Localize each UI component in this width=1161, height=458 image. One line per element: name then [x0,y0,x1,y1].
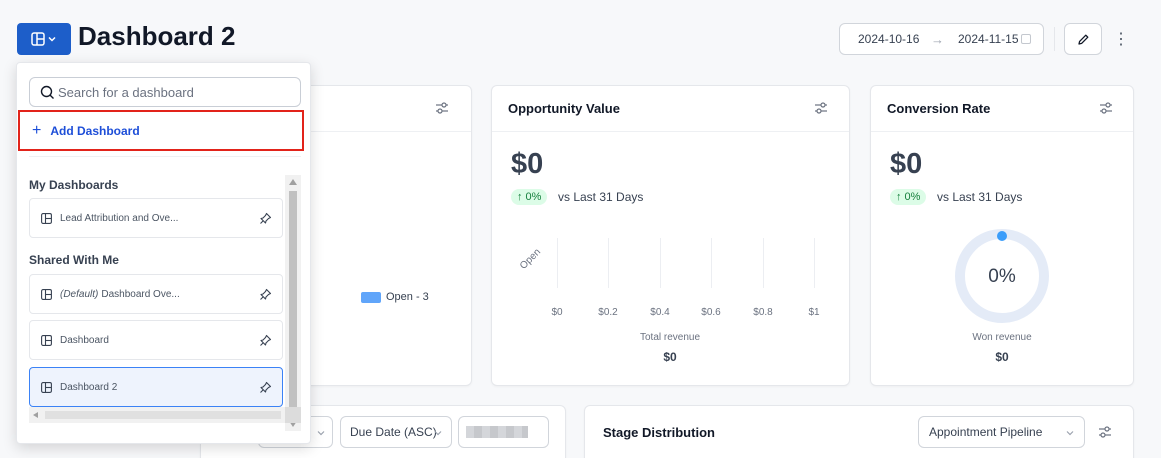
filter-icon[interactable] [814,102,828,114]
scroll-left-arrow[interactable] [33,412,38,418]
chevron-down-icon [1066,431,1074,436]
edit-dashboard-button[interactable] [1064,23,1102,55]
dashboard-dropdown: + Add Dashboard My Dashboards Lead Attri… [16,62,311,444]
scrollbar-corner [285,407,301,423]
pencil-icon [1077,34,1088,45]
dashboard-item-label: Dashboard 2 [60,381,118,393]
dashboard-item-label: Dashboard [60,334,109,346]
chart-legend: Open - 3 [361,291,429,303]
layout-icon [31,32,45,46]
change-value: 0% [525,191,542,203]
date-start: 2024-10-16 [858,32,920,46]
filter-icon[interactable] [1098,426,1112,438]
calendar-icon [1021,34,1031,44]
pipeline-select[interactable]: Appointment Pipeline [918,416,1085,448]
date-range-picker[interactable]: 2024-10-16 → 2024-11-15 [839,23,1044,55]
dashboard-item-label: Lead Attribution and Ove... [60,212,179,224]
chevron-down-icon [434,431,442,436]
dashboard-search[interactable] [29,77,301,107]
card-title: Conversion Rate [887,101,991,116]
redacted-value [466,426,528,438]
x-tick-label: $0.8 [753,307,773,318]
more-vertical-icon[interactable]: ⋮ [1113,28,1129,50]
donut-value: 0% [988,266,1016,287]
search-input[interactable] [58,84,288,100]
date-end: 2024-11-15 [958,32,1019,46]
dashboard-switcher-button[interactable] [17,23,71,55]
dashboard-item-label: Dashboard Ove... [101,288,180,300]
pin-icon[interactable] [259,212,272,225]
vertical-scrollbar[interactable] [285,175,301,431]
legend-label: Open - 3 [386,291,429,303]
pin-icon[interactable] [259,288,272,301]
date-arrow: → [931,31,944,47]
pin-icon[interactable] [259,334,272,347]
dashboard-list-item[interactable]: Lead Attribution and Ove... [29,198,283,238]
filter-icon[interactable] [1099,102,1113,114]
pin-icon[interactable] [259,381,272,394]
arrow-up-icon: ↑ [517,191,523,203]
footer-label: Won revenue [972,332,1032,343]
layout-icon [41,288,52,300]
change-badge: ↑ 0% [511,189,548,205]
layout-icon [41,381,52,393]
default-tag: (Default) [60,288,99,300]
filter-icon[interactable] [435,102,449,114]
chevron-down-icon [317,431,325,436]
dashboard-list-item[interactable]: (Default) Dashboard Ove... [29,274,283,314]
shared-with-me-heading: Shared With Me [29,253,119,267]
x-tick-label: $0 [551,307,563,318]
header-divider [1054,27,1055,51]
scroll-thumb[interactable] [45,411,281,419]
layout-icon [41,334,52,346]
footer-value: $0 [995,350,1009,364]
footer-value: $0 [663,350,677,364]
legend-swatch [361,291,381,303]
comparison-text: vs Last 31 Days [558,190,644,204]
sort-select[interactable]: Due Date (ASC) [340,416,452,448]
opportunity-value: $0 [511,148,544,180]
grid-line [763,238,764,288]
page-title: Dashboard 2 [78,21,236,51]
x-tick-label: $0.2 [598,307,618,318]
pipeline-select-value: Appointment Pipeline [929,425,1043,439]
arrow-up-icon: ↑ [896,191,902,203]
card-title: Opportunity Value [508,101,620,116]
grid-line [557,238,558,288]
add-dashboard-label: Add Dashboard [50,123,140,138]
conversion-value: $0 [890,148,923,180]
sort-select-value: Due Date (ASC) [350,425,437,439]
divider [29,156,301,157]
footer-label: Total revenue [639,332,701,343]
dashboard-list-item-selected[interactable]: Dashboard 2 [29,367,283,407]
x-tick-label: $1 [808,307,820,318]
chevron-down-icon [48,36,56,42]
change-badge: ↑ 0% [890,189,927,205]
my-dashboards-heading: My Dashboards [29,178,119,192]
plus-icon: + [32,121,42,139]
grid-line [814,238,815,288]
grid-line [660,238,661,288]
add-dashboard-button[interactable]: + Add Dashboard [18,110,304,151]
grid-line [711,238,712,288]
change-value: 0% [904,191,921,203]
card-title: Stage Distribution [603,425,715,440]
x-tick-label: $0.4 [650,307,670,318]
grid-line [608,238,609,288]
dashboard-list-item[interactable]: Dashboard [29,320,283,360]
layout-icon [41,212,52,224]
comparison-text: vs Last 31 Days [937,190,1023,204]
scroll-thumb[interactable] [289,191,297,411]
donut-indicator [997,231,1007,241]
x-tick-label: $0.6 [701,307,721,318]
horizontal-scrollbar[interactable] [29,407,285,423]
scroll-up-arrow[interactable] [289,179,297,185]
search-icon [40,85,54,99]
